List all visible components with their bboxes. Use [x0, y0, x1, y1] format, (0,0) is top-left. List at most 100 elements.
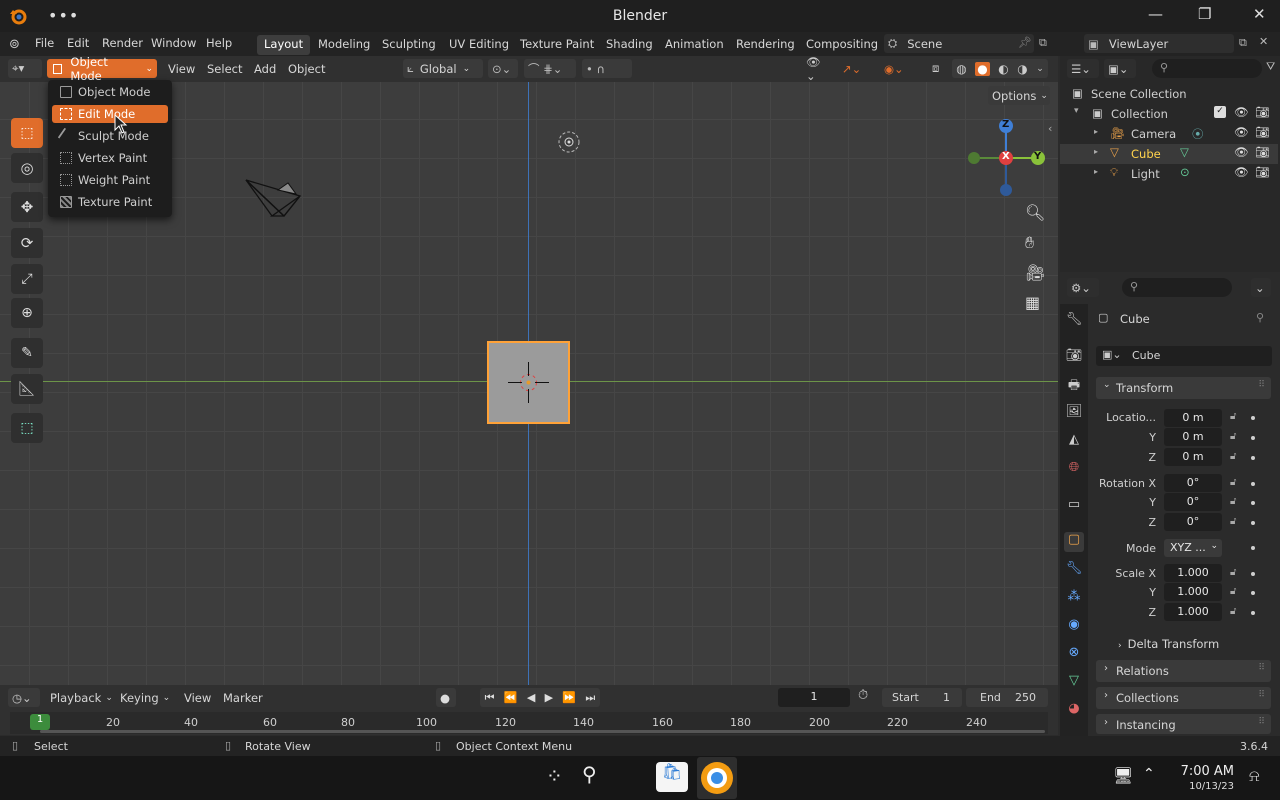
wireframe-shading-icon[interactable]: ◍ — [956, 62, 966, 76]
lock-icon[interactable]: 🔓︎ — [1230, 451, 1242, 462]
scale-y-field[interactable]: 1.000 — [1164, 583, 1222, 601]
scene-tab-icon[interactable]: ◭ — [1064, 432, 1084, 452]
gizmo-toggle[interactable]: ↗⌄ — [838, 59, 874, 78]
camera-render-icon[interactable]: 📷︎ — [1255, 165, 1270, 179]
outliner-display-mode[interactable]: ▣⌄ — [1104, 59, 1136, 78]
transform-orientation[interactable]: ⟀ Global ⌄ — [403, 59, 483, 78]
scale-z-field[interactable]: 1.000 — [1164, 603, 1222, 621]
maximize-icon[interactable]: ❐ — [1198, 5, 1211, 23]
lock-icon[interactable]: 🔓︎ — [1230, 606, 1242, 617]
menu-item-edit-mode[interactable]: Edit Mode — [52, 105, 168, 123]
tool-tab-icon[interactable]: 🔧︎ — [1064, 312, 1084, 332]
collapse-sidebar-icon[interactable]: ‹ — [1048, 122, 1052, 135]
scene-selector[interactable]: ⛭ Scene — [884, 34, 1034, 53]
start-frame-field[interactable]: Start 1 — [882, 688, 962, 707]
tab-sculpting[interactable]: Sculpting — [375, 35, 443, 55]
xray-toggle[interactable]: ⧈ — [928, 59, 948, 78]
store-icon[interactable]: 🛍︎ — [656, 762, 688, 792]
preview-range-icon[interactable]: ⏱︎ — [858, 688, 868, 703]
lock-icon[interactable]: 🔓︎ — [1230, 516, 1242, 527]
transform-tool[interactable]: ⊕ — [11, 298, 43, 328]
camera-render-icon[interactable]: 📷︎ — [1255, 145, 1270, 159]
lock-icon[interactable]: 🔓︎ — [1230, 586, 1242, 597]
output-tab-icon[interactable]: 🖶 — [1064, 376, 1084, 396]
pin-icon[interactable]: ⚲ — [1256, 311, 1264, 324]
constraints-tab-icon[interactable]: ⊗ — [1064, 645, 1084, 665]
menu-object[interactable]: Object — [288, 62, 325, 76]
eye-icon[interactable]: 👁︎ — [1234, 105, 1249, 119]
blender-app-icon[interactable] — [697, 757, 737, 799]
drag-handle-icon[interactable]: ⠿ — [1258, 663, 1265, 673]
keyframe-dot[interactable] — [1251, 611, 1255, 615]
solid-shading-icon[interactable]: ● — [975, 61, 990, 76]
keying-menu[interactable]: Keying ⌄ — [116, 688, 174, 707]
menu-help[interactable]: Help — [206, 36, 232, 50]
keyframe-dot[interactable] — [1251, 482, 1255, 486]
outliner-item-light[interactable]: ▸ 💡︎ Light ⊙ 👁︎ 📷︎ — [1060, 164, 1278, 184]
close-icon[interactable]: ✕ — [1253, 5, 1266, 23]
tab-uv-editing[interactable]: UV Editing — [442, 35, 516, 55]
modifier-tab-icon[interactable]: 🔧︎ — [1064, 561, 1084, 581]
tab-rendering[interactable]: Rendering — [729, 35, 802, 55]
physics-tab-icon[interactable]: ◉ — [1064, 617, 1084, 637]
camera-render-icon[interactable]: 📷︎ — [1255, 125, 1270, 139]
rotation-mode-select[interactable]: XYZ ... ⌄ — [1164, 539, 1222, 557]
object-tab-icon[interactable]: ▢ — [1064, 532, 1084, 552]
tab-texture-paint[interactable]: Texture Paint — [513, 35, 601, 55]
zoom-icon[interactable]: 🔍︎ — [1025, 203, 1045, 222]
rendered-shading-icon[interactable]: ◑ — [1017, 62, 1027, 76]
menu-file[interactable]: File — [35, 36, 54, 50]
keyframe-dot[interactable] — [1251, 546, 1255, 550]
menu-item-weight-paint[interactable]: Weight Paint — [52, 171, 168, 189]
keyframe-dot[interactable] — [1251, 436, 1255, 440]
move-tool[interactable]: ✥ — [11, 192, 43, 222]
end-frame-field[interactable]: End 250 — [966, 688, 1048, 707]
outliner-item-camera[interactable]: ▸ 🎥︎ Camera ⦿ 👁︎ 📷︎ — [1060, 124, 1278, 144]
playback-menu[interactable]: Playback ⌄ — [46, 688, 113, 707]
select-box-tool[interactable]: ⬚ — [11, 118, 43, 148]
jump-start-icon[interactable]: ⏮ — [485, 691, 495, 705]
3d-cursor-icon[interactable] — [508, 362, 549, 403]
new-view-layer-icon[interactable]: ⧉ — [1239, 36, 1247, 50]
relations-panel-header[interactable]: › Relations ⠿ — [1096, 660, 1271, 682]
location-x-field[interactable]: 0 m — [1164, 409, 1222, 427]
material-shading-icon[interactable]: ◐ — [998, 62, 1008, 76]
notifications-icon[interactable]: ⍾ — [1249, 766, 1260, 786]
timeline-scrollbar[interactable] — [40, 730, 1045, 733]
menu-add[interactable]: Add — [254, 62, 276, 76]
jump-end-icon[interactable]: ⏭ — [585, 691, 595, 705]
rotation-z-field[interactable]: 0° — [1164, 513, 1222, 531]
properties-search-input[interactable]: ⚲ — [1122, 278, 1232, 297]
keyframe-dot[interactable] — [1251, 591, 1255, 595]
add-cube-tool[interactable]: ⬚ — [11, 413, 43, 443]
lock-icon[interactable]: 🔓︎ — [1230, 411, 1242, 422]
mode-selector[interactable]: Object Mode ⌄ — [47, 55, 157, 83]
tab-animation[interactable]: Animation — [658, 35, 731, 55]
lock-icon[interactable]: 🔓︎ — [1230, 567, 1242, 578]
camera-view-icon[interactable]: 🎥︎ — [1025, 263, 1045, 282]
rotation-y-field[interactable]: 0° — [1164, 493, 1222, 511]
new-scene-icon[interactable]: ⧉ — [1039, 36, 1047, 50]
particles-tab-icon[interactable]: ⁂ — [1064, 589, 1084, 609]
lock-icon[interactable]: 🔓︎ — [1230, 496, 1242, 507]
render-tab-icon[interactable]: 📷︎ — [1064, 348, 1084, 368]
object-name-field[interactable]: ▣⌄ Cube — [1096, 346, 1272, 366]
view-layer-tab-icon[interactable]: 🖼︎ — [1064, 404, 1084, 424]
collection-tab-icon[interactable]: ▭ — [1064, 497, 1084, 517]
outliner-search-input[interactable]: ⚲ — [1152, 59, 1262, 78]
blender-menu-icon[interactable]: ⊚ — [9, 37, 20, 52]
location-z-field[interactable]: 0 m — [1164, 448, 1222, 466]
location-y-field[interactable]: 0 m — [1164, 428, 1222, 446]
minimize-icon[interactable]: — — [1148, 5, 1163, 23]
remove-view-layer-icon[interactable]: ✕ — [1259, 35, 1268, 48]
overlay-toggle[interactable]: ◉⌄ — [880, 59, 920, 78]
playhead-marker[interactable]: 1 — [30, 714, 50, 730]
collection-row[interactable]: ▾ ▣ Collection ✓ 👁︎ 📷︎ — [1060, 104, 1278, 124]
menu-item-sculpt-mode[interactable]: Sculpt Mode — [52, 127, 168, 145]
play-reverse-icon[interactable]: ◀ — [527, 691, 535, 704]
tab-compositing[interactable]: Compositing — [799, 35, 885, 55]
menu-item-object-mode[interactable]: Object Mode — [52, 83, 168, 101]
drag-handle-icon[interactable]: ⠿ — [1258, 717, 1265, 727]
view-layer-selector[interactable]: ▣ ViewLayer — [1084, 34, 1234, 53]
transform-panel-header[interactable]: ⌄ Transform ⠿ — [1096, 377, 1271, 399]
